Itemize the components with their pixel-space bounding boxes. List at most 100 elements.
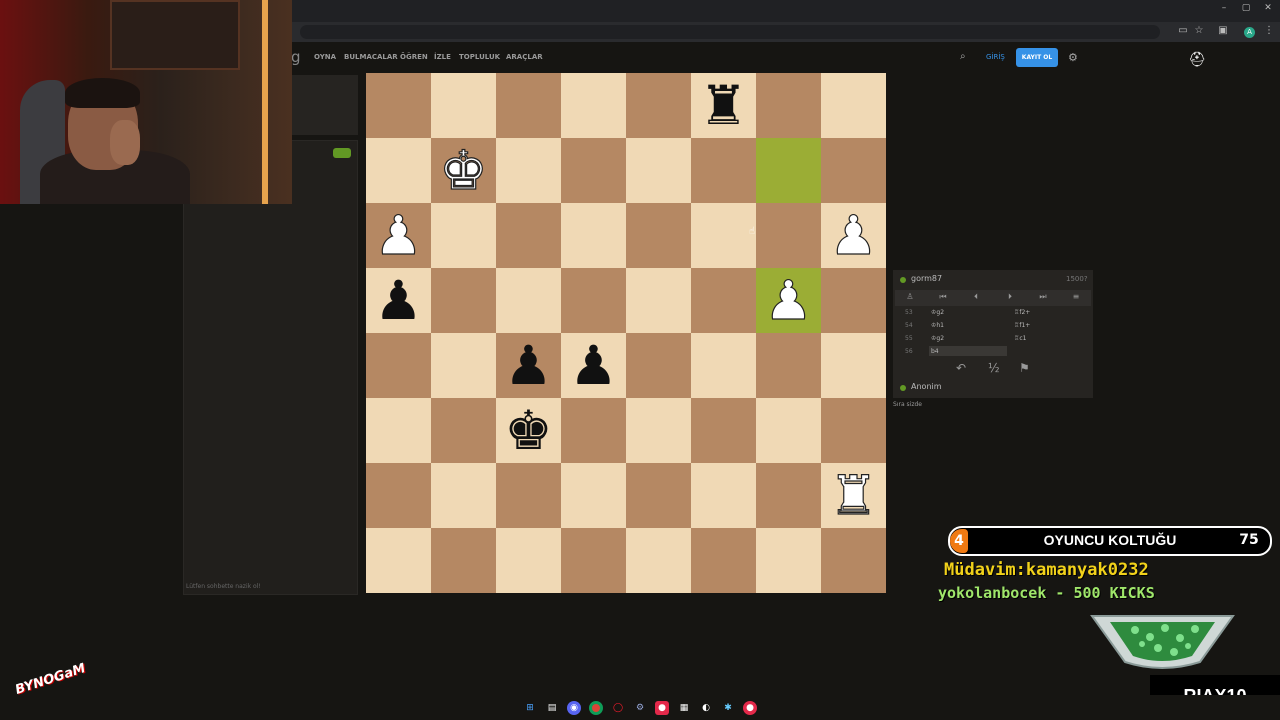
square-e2[interactable] — [626, 463, 691, 528]
site-logo[interactable]: g — [291, 48, 301, 66]
square-h4[interactable] — [821, 333, 886, 398]
square-e5[interactable] — [626, 268, 691, 333]
settings-icon[interactable]: ✱ — [721, 701, 735, 715]
square-a2[interactable] — [366, 463, 431, 528]
move-white[interactable]: ♔g2 — [931, 309, 944, 316]
black-pawn-icon[interactable]: ♟ — [569, 338, 617, 393]
square-d5[interactable] — [561, 268, 626, 333]
profile-icon[interactable]: A — [1244, 27, 1255, 38]
square-h8[interactable] — [821, 73, 886, 138]
square-g1[interactable] — [756, 528, 821, 593]
square-c5[interactable] — [496, 268, 561, 333]
taskview-icon[interactable]: ▤ — [545, 701, 559, 715]
square-a8[interactable] — [366, 73, 431, 138]
nav-tools[interactable]: ARAÇLAR — [506, 53, 543, 61]
square-g4[interactable] — [756, 333, 821, 398]
square-c8[interactable] — [496, 73, 561, 138]
square-b3[interactable] — [431, 398, 496, 463]
move-white[interactable]: ♔h1 — [931, 322, 944, 329]
app-icon[interactable]: ● — [655, 701, 669, 715]
square-f1[interactable] — [691, 528, 756, 593]
square-g6[interactable] — [756, 203, 821, 268]
square-a3[interactable] — [366, 398, 431, 463]
square-d8[interactable] — [561, 73, 626, 138]
square-e1[interactable] — [626, 528, 691, 593]
square-c7[interactable] — [496, 138, 561, 203]
square-e7[interactable] — [626, 138, 691, 203]
draw-offer-button[interactable]: ½ — [988, 361, 1000, 375]
hamburger-icon[interactable]: ≡ — [1068, 292, 1084, 301]
star-icon[interactable]: ☆ — [1192, 25, 1206, 36]
square-c3[interactable]: ♚ — [496, 398, 561, 463]
extensions-icon[interactable]: ▣ — [1216, 25, 1230, 36]
square-f6[interactable] — [691, 203, 756, 268]
square-f2[interactable] — [691, 463, 756, 528]
opera-icon[interactable]: ◯ — [611, 701, 625, 715]
chess-board[interactable]: ♜ ♚ ♟ ♟ ♟ ♟ ♟ ♟ ♚ ♜ — [366, 73, 886, 593]
windows-icon[interactable]: ⊞ — [523, 701, 537, 715]
steam-icon[interactable]: ⚙ — [633, 701, 647, 715]
square-h5[interactable] — [821, 268, 886, 333]
login-link[interactable]: GİRİŞ — [986, 53, 1005, 61]
square-f7[interactable] — [691, 138, 756, 203]
discord-icon[interactable]: ◉ — [567, 701, 581, 715]
move-black[interactable]: ♖f2+ — [1014, 309, 1030, 316]
monitor-icon[interactable]: ▭ — [1176, 25, 1190, 36]
square-c1[interactable] — [496, 528, 561, 593]
square-b1[interactable] — [431, 528, 496, 593]
square-a7[interactable] — [366, 138, 431, 203]
square-h3[interactable] — [821, 398, 886, 463]
square-f8[interactable]: ♜ — [691, 73, 756, 138]
square-h1[interactable] — [821, 528, 886, 593]
square-g7[interactable] — [756, 138, 821, 203]
minimize-icon[interactable]: – — [1214, 3, 1234, 13]
square-c4[interactable]: ♟ — [496, 333, 561, 398]
square-d4[interactable]: ♟ — [561, 333, 626, 398]
square-g8[interactable] — [756, 73, 821, 138]
square-b7[interactable]: ♚ — [431, 138, 496, 203]
search-icon[interactable]: ⌕ — [960, 51, 966, 62]
square-d6[interactable] — [561, 203, 626, 268]
square-g3[interactable] — [756, 398, 821, 463]
analysis-icon[interactable]: ♙ — [902, 292, 918, 301]
square-g2[interactable] — [756, 463, 821, 528]
nav-play[interactable]: OYNA — [314, 53, 336, 61]
square-e3[interactable] — [626, 398, 691, 463]
chrome-icon[interactable] — [589, 701, 603, 715]
square-b5[interactable] — [431, 268, 496, 333]
black-pawn-icon[interactable]: ♟ — [374, 273, 422, 328]
app3-icon[interactable]: ◐ — [699, 701, 713, 715]
square-e6[interactable] — [626, 203, 691, 268]
white-king-icon[interactable]: ♚ — [439, 142, 489, 197]
next-move-icon[interactable]: ⏵ — [1002, 292, 1018, 302]
address-bar[interactable] — [300, 25, 1160, 39]
resign-flag-icon[interactable]: ⚑ — [1019, 361, 1030, 375]
square-b4[interactable] — [431, 333, 496, 398]
square-d1[interactable] — [561, 528, 626, 593]
white-pawn-icon[interactable]: ♟ — [374, 207, 424, 262]
square-g5[interactable]: ♟ — [756, 268, 821, 333]
nav-puzzles[interactable]: BULMACALAR — [344, 53, 398, 61]
gear-icon[interactable]: ⚙ — [1068, 51, 1078, 64]
move-white[interactable]: b4 — [931, 348, 939, 355]
nav-watch[interactable]: İZLE — [434, 53, 451, 61]
square-d7[interactable] — [561, 138, 626, 203]
square-a6[interactable]: ♟ — [366, 203, 431, 268]
square-h6[interactable]: ♟ — [821, 203, 886, 268]
close-icon[interactable]: ✕ — [1258, 3, 1278, 13]
square-d2[interactable] — [561, 463, 626, 528]
chat-toggle[interactable] — [333, 148, 351, 158]
square-f5[interactable] — [691, 268, 756, 333]
black-king-icon[interactable]: ♚ — [504, 403, 552, 458]
opponent-name[interactable]: gorm87 — [911, 274, 942, 283]
chat-input[interactable]: Lütfen sohbette nazik ol! — [186, 583, 261, 590]
prev-move-icon[interactable]: ⏴ — [968, 292, 984, 302]
square-e8[interactable] — [626, 73, 691, 138]
square-h2[interactable]: ♜ — [821, 463, 886, 528]
square-b8[interactable] — [431, 73, 496, 138]
square-b6[interactable] — [431, 203, 496, 268]
square-a5[interactable]: ♟ — [366, 268, 431, 333]
move-black[interactable]: ♖c1 — [1014, 335, 1027, 342]
square-a1[interactable] — [366, 528, 431, 593]
square-a4[interactable] — [366, 333, 431, 398]
